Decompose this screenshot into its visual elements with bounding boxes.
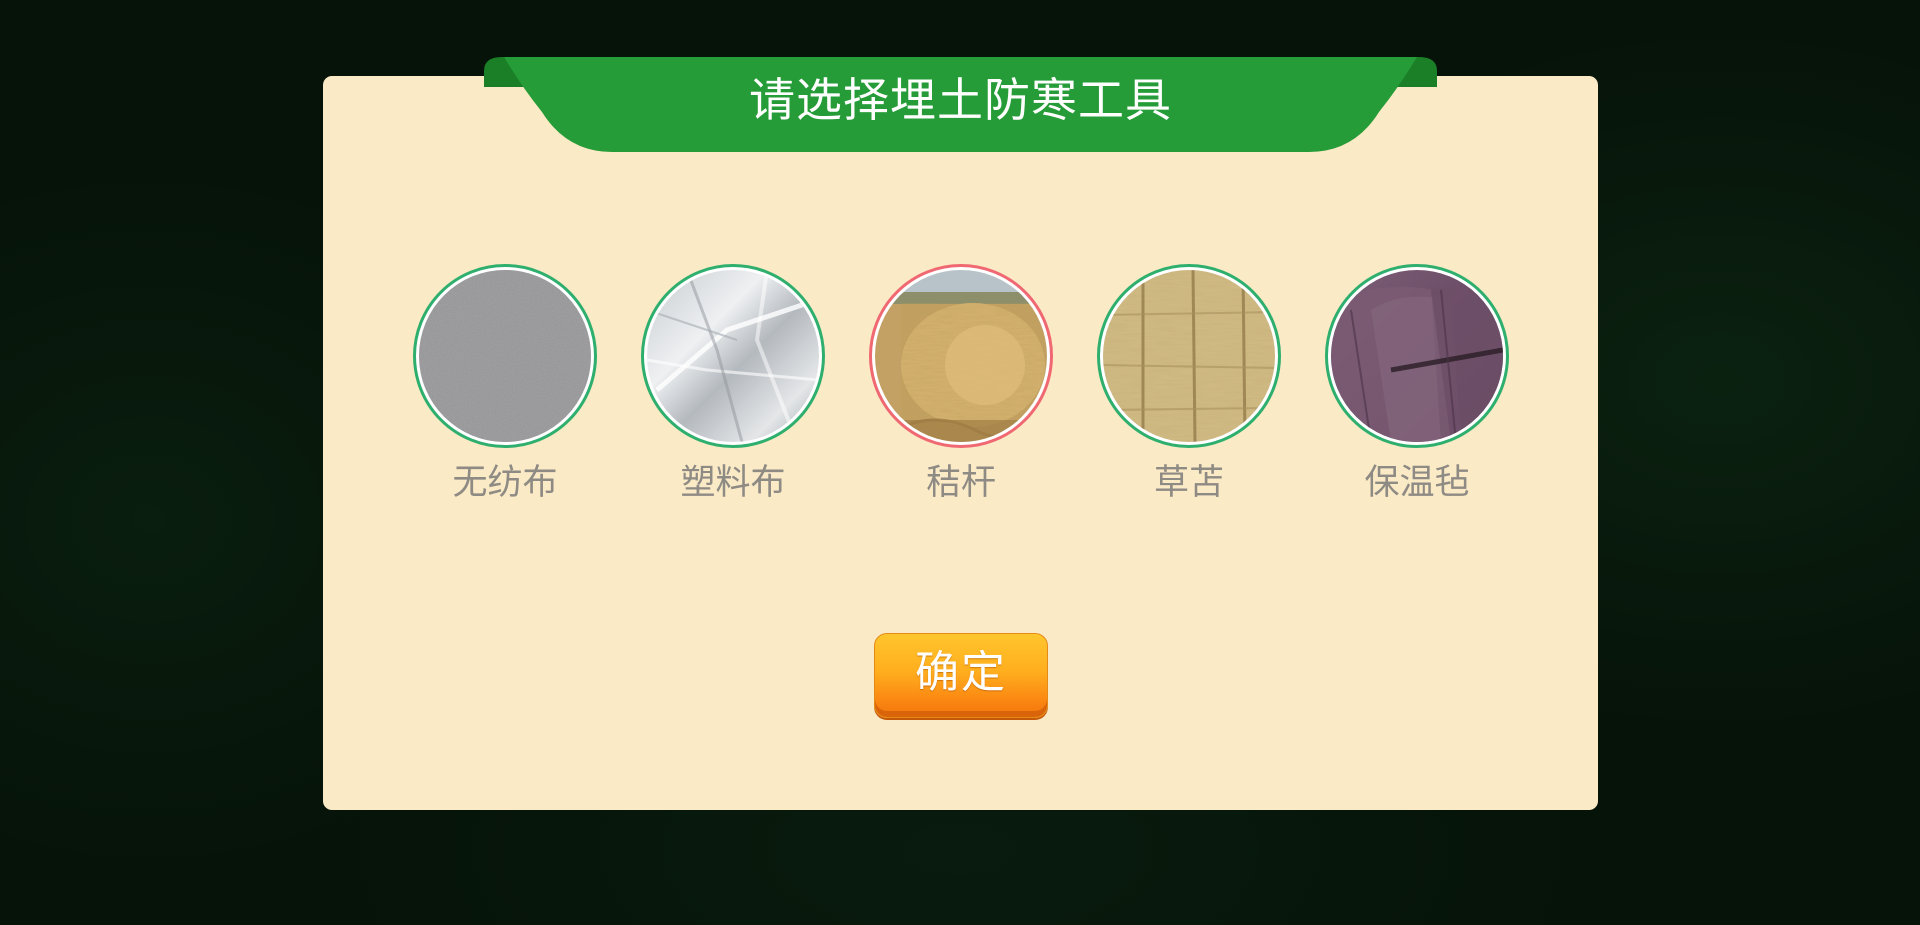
- option-straw-mat[interactable]: 草苫: [1097, 264, 1281, 504]
- dialog-title: 请选择埋土防寒工具: [749, 73, 1172, 127]
- option-ring: [1325, 264, 1509, 448]
- option-straw[interactable]: 秸杆: [869, 264, 1053, 504]
- tool-select-dialog: 无纺布 塑料布 秸杆 草苫 保温毡 确定: [323, 76, 1598, 810]
- option-plastic-sheet[interactable]: 塑料布: [641, 264, 825, 504]
- insulation-felt-image: [1331, 270, 1503, 442]
- option-nonwoven-fabric[interactable]: 无纺布: [413, 264, 597, 504]
- confirm-button-label: 确定: [915, 647, 1007, 698]
- straw-mat-image: [1103, 270, 1275, 442]
- confirm-button[interactable]: 确定: [874, 633, 1048, 718]
- option-ring: [869, 264, 1053, 448]
- option-label: 秸杆: [925, 463, 996, 503]
- tool-options: 无纺布 塑料布 秸杆 草苫 保温毡: [323, 264, 1598, 503]
- title-banner: 请选择埋土防寒工具: [484, 57, 1437, 153]
- nonwoven-fabric-image: [419, 270, 591, 442]
- option-label: 草苫: [1153, 463, 1224, 503]
- option-label: 塑料布: [680, 463, 786, 503]
- option-ring: [641, 264, 825, 448]
- option-label: 无纺布: [452, 463, 558, 503]
- option-insulation-felt[interactable]: 保温毡: [1325, 264, 1509, 504]
- straw-bale-image: [875, 270, 1047, 442]
- plastic-sheet-image: [647, 270, 819, 442]
- option-ring: [413, 264, 597, 448]
- option-label: 保温毡: [1364, 463, 1470, 503]
- option-ring: [1097, 264, 1281, 448]
